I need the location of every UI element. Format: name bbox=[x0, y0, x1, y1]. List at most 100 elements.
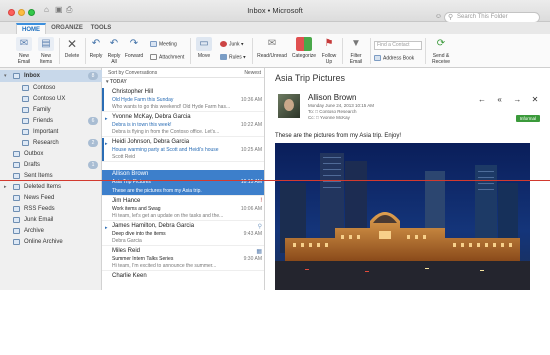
tab-organize[interactable]: ORGANIZE bbox=[50, 23, 84, 34]
email-cc[interactable]: Cc: □ Yvonne McKay bbox=[308, 115, 350, 120]
reply-icon[interactable]: ← bbox=[477, 95, 487, 104]
send-receive-button[interactable]: ⟳ Send & Receive bbox=[428, 37, 454, 65]
reply-all-icon: ↶ bbox=[109, 38, 119, 49]
email-to[interactable]: To: □ Contoso Research bbox=[308, 109, 357, 114]
tab-home[interactable]: HOME bbox=[16, 23, 46, 34]
address-book-button[interactable]: Address Book bbox=[374, 55, 414, 62]
reply-all-button[interactable]: ↶ Reply All bbox=[105, 37, 123, 65]
move-button[interactable]: ▭ Move bbox=[193, 37, 215, 59]
delete-icon[interactable]: ✕ bbox=[530, 95, 540, 104]
attachment-indicator-icon: ⚲ bbox=[257, 224, 262, 230]
message-row[interactable]: Jim Hance ! Work items and Swag Hi team,… bbox=[102, 197, 264, 221]
unread-count-badge: 2 bbox=[88, 139, 98, 147]
ribbon-divider bbox=[370, 38, 371, 64]
message-sender: Yvonne McKay, Debra Garcia bbox=[112, 114, 191, 120]
inbox-folder-icon bbox=[13, 73, 20, 79]
attached-photo-tokyo-station bbox=[275, 143, 530, 290]
email-sent-date: Monday June 24, 2013 10:15 AM bbox=[308, 103, 375, 108]
outbox-icon bbox=[13, 151, 20, 157]
reply-button[interactable]: ↶ Reply bbox=[87, 37, 105, 59]
thread-expand-icon[interactable]: ▸ bbox=[105, 141, 108, 147]
message-preview: Hi team, let's get an update on the task… bbox=[112, 213, 224, 219]
reply-icon: ↶ bbox=[91, 38, 101, 49]
message-row[interactable]: ▸ Heidi Johnson, Debra Garcia House warm… bbox=[102, 138, 264, 162]
email-sender[interactable]: Allison Brown bbox=[308, 93, 356, 102]
unread-indicator bbox=[102, 138, 104, 161]
follow-up-button[interactable]: ⚑ Follow Up bbox=[318, 37, 340, 65]
tab-tools[interactable]: TOOLS bbox=[88, 23, 114, 34]
message-time: 9:43 AM bbox=[243, 231, 262, 237]
title-bar: ⌂ ▣ ⎙ Inbox • Microsoft ☺ ⚲ Search This … bbox=[0, 0, 550, 23]
paperclip-icon bbox=[150, 54, 157, 60]
unread-indicator bbox=[102, 88, 104, 111]
forward-button[interactable]: ↷ Forward bbox=[123, 37, 145, 59]
ribbon-divider bbox=[85, 38, 86, 64]
junk-folder-icon bbox=[13, 217, 20, 223]
trash-icon bbox=[13, 184, 20, 190]
sidebar-item-inbox[interactable]: ▾ Inbox 8 bbox=[0, 70, 102, 82]
address-book-icon bbox=[374, 55, 381, 61]
flag-icon: ⚑ bbox=[324, 38, 334, 49]
message-row[interactable]: Charlie Keen bbox=[102, 272, 264, 290]
thread-expand-icon[interactable]: ▸ bbox=[105, 225, 108, 231]
attachment-label: Attachment bbox=[159, 54, 185, 61]
category-badge: Informal bbox=[515, 115, 540, 122]
sidebar-item-online-archive[interactable]: Online Archive bbox=[0, 236, 102, 248]
new-email-label: New Email bbox=[17, 53, 31, 65]
message-sender: Heidi Johnson, Debra Garcia bbox=[112, 139, 190, 145]
collapse-arrow-icon[interactable]: ▾ bbox=[4, 70, 7, 82]
sort-by-dropdown[interactable]: Sort by Conversations bbox=[108, 68, 157, 78]
message-subject: House warming party at Scott and Heidi's… bbox=[112, 147, 219, 153]
delete-button[interactable]: ✕ Delete bbox=[62, 37, 82, 59]
message-sender: Allison Brown bbox=[112, 171, 149, 177]
rules-button[interactable]: Rules ▾ bbox=[220, 54, 246, 61]
thread-expand-icon[interactable]: ▸ bbox=[105, 116, 108, 122]
move-folder-icon: ▭ bbox=[196, 37, 212, 51]
reply-label: Reply bbox=[89, 53, 103, 59]
forward-icon[interactable]: → bbox=[512, 95, 522, 104]
find-contact-input[interactable]: Find a Contact bbox=[374, 41, 422, 50]
archive-icon bbox=[13, 228, 20, 234]
message-subject: Old Hyde Farm this Sunday bbox=[112, 97, 174, 103]
new-email-button[interactable]: ✉ New Email bbox=[14, 37, 34, 65]
unread-count-badge: 1 bbox=[88, 161, 98, 169]
attachment-button[interactable]: Attachment bbox=[150, 54, 184, 61]
message-row[interactable]: ▸ James Hamilton, Debra Garcia ⚲ Deep di… bbox=[102, 222, 264, 246]
search-icon: ⚲ bbox=[448, 14, 454, 21]
envelope-icon: ✉ bbox=[267, 38, 277, 49]
folder-icon bbox=[13, 195, 20, 201]
message-row[interactable]: Christopher Hill Old Hyde Farm this Sund… bbox=[102, 88, 264, 112]
message-row-selected[interactable]: Allison Brown Asia Trip Pictures These a… bbox=[102, 170, 264, 196]
sort-order-dropdown[interactable]: Newest bbox=[244, 68, 261, 78]
delete-label: Delete bbox=[64, 53, 80, 59]
meeting-icon bbox=[150, 41, 157, 47]
message-row[interactable]: ▸ Yvonne McKay, Debra Garcia Debra is in… bbox=[102, 113, 264, 137]
smiley-icon[interactable]: ☺ bbox=[435, 13, 442, 20]
filter-email-label: Filter Email bbox=[349, 53, 363, 65]
new-items-button[interactable]: ▤ New Items bbox=[36, 37, 56, 65]
rules-label: Rules bbox=[229, 54, 242, 61]
message-sender: Christopher Hill bbox=[112, 89, 154, 95]
read-unread-button[interactable]: ✉ Read/Unread bbox=[256, 37, 288, 59]
outlook-window: ⌂ ▣ ⎙ Inbox • Microsoft ☺ ⚲ Search This … bbox=[0, 0, 550, 290]
read-unread-label: Read/Unread bbox=[257, 53, 287, 59]
importance-icon: ! bbox=[260, 198, 262, 204]
new-items-label: New Items bbox=[39, 53, 53, 65]
message-time: 9:30 AM bbox=[243, 256, 262, 262]
categorize-icon bbox=[296, 37, 312, 51]
sender-avatar bbox=[278, 94, 300, 118]
sent-items-icon bbox=[13, 173, 20, 179]
message-subject: Work items and Swag bbox=[112, 206, 161, 212]
unread-count-badge: 8 bbox=[88, 72, 98, 80]
folder-icon bbox=[22, 118, 29, 124]
message-row[interactable]: Miles Reid ▦ Summer Intern Talks Series … bbox=[102, 247, 264, 271]
message-sender: Charlie Keen bbox=[112, 273, 147, 279]
message-preview: Debra Garcia bbox=[112, 238, 142, 244]
filter-email-button[interactable]: ▼ Filter Email bbox=[345, 37, 367, 65]
junk-button[interactable]: Junk ▾ bbox=[220, 41, 243, 48]
reply-all-icon[interactable]: « bbox=[495, 95, 505, 104]
message-time: 10:06 AM bbox=[240, 206, 262, 212]
meeting-button[interactable]: Meeting bbox=[150, 41, 177, 48]
categorize-button[interactable]: Categorize bbox=[289, 37, 319, 59]
message-sender: Miles Reid bbox=[112, 248, 141, 254]
